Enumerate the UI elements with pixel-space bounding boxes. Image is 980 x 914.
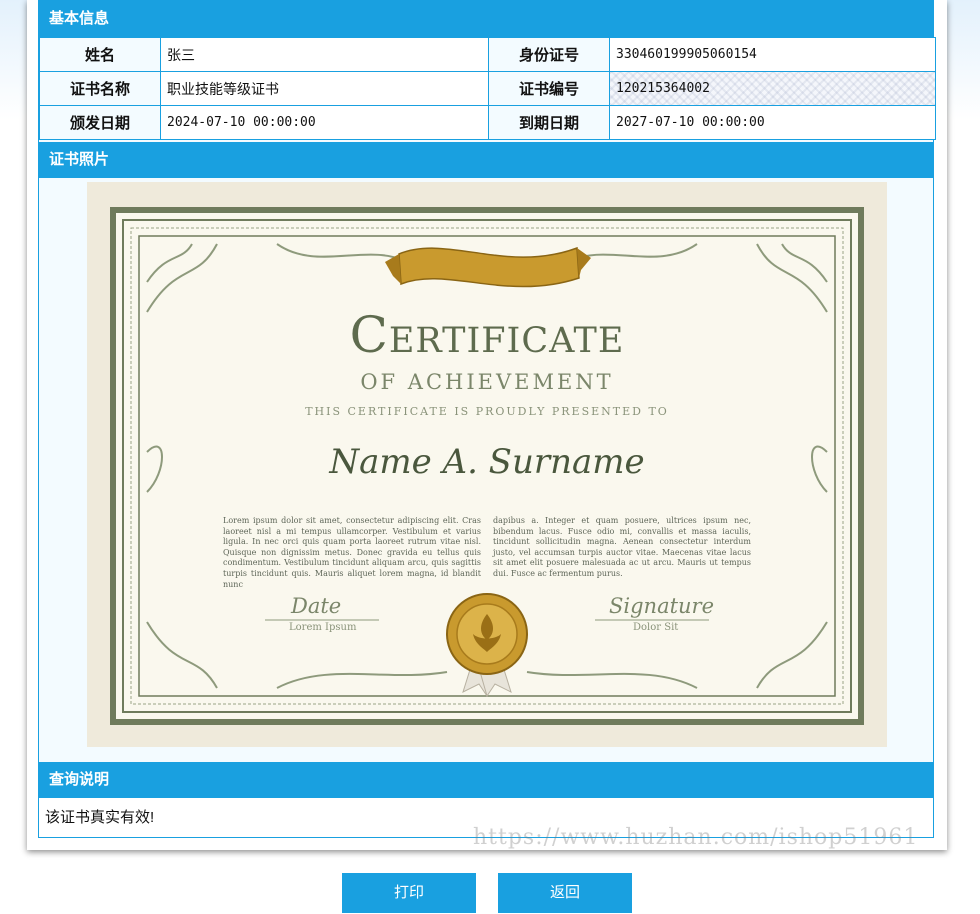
photo-header: 证书照片 — [39, 142, 933, 178]
cert-name-value: 职业技能等级证书 — [160, 71, 489, 106]
panel-inner: 基本信息 姓名 张三 身份证号 330460199905060154 证书名称 … — [38, 0, 936, 838]
id-label: 身份证号 — [488, 37, 610, 72]
expire-date-label: 到期日期 — [488, 105, 610, 140]
certificate-title: Certificate — [349, 306, 625, 364]
basic-info-header: 基本信息 — [39, 1, 933, 37]
certificate-signature-label: Signature — [609, 594, 715, 618]
certificate-presented-line: THIS CERTIFICATE IS PROUDLY PRESENTED TO — [305, 405, 669, 418]
certificate-body-right: dapibus a. Integer et quam posuere, ultr… — [493, 516, 751, 578]
cert-no-value: 120215364002 — [609, 71, 936, 106]
certificate-subtitle: OF ACHIEVEMENT — [360, 370, 614, 394]
certificate-recipient: Name A. Surname — [329, 442, 645, 482]
name-label: 姓名 — [39, 37, 161, 72]
issue-date-label: 颁发日期 — [39, 105, 161, 140]
watermark-text: https://www.huzhan.com/ishop51961 — [473, 825, 919, 850]
explain-header: 查询说明 — [39, 762, 933, 798]
name-value: 张三 — [160, 37, 489, 72]
print-button[interactable]: 打印 — [342, 873, 476, 913]
id-value: 330460199905060154 — [609, 37, 936, 72]
certificate-date-sub: Lorem Ipsum — [289, 622, 357, 633]
back-button[interactable]: 返回 — [498, 873, 632, 913]
table-row: 证书名称 职业技能等级证书 证书编号 120215364002 — [39, 71, 936, 106]
certificate-panel: 基本信息 姓名 张三 身份证号 330460199905060154 证书名称 … — [27, 0, 947, 850]
certificate-date-label: Date — [291, 594, 342, 618]
basic-info-table: 姓名 张三 身份证号 330460199905060154 证书名称 职业技能等… — [39, 37, 936, 140]
expire-date-value: 2027-07-10 00:00:00 — [609, 105, 936, 140]
cert-no-label: 证书编号 — [488, 71, 610, 106]
certificate-signature-sub: Dolor Sit — [633, 622, 679, 633]
certificate-photo: Certificate OF ACHIEVEMENT THIS CERTIFIC… — [87, 182, 887, 747]
table-row: 颁发日期 2024-07-10 00:00:00 到期日期 2027-07-10… — [39, 105, 936, 140]
issue-date-value: 2024-07-10 00:00:00 — [160, 105, 489, 140]
certificate-body-left: Lorem ipsum dolor sit amet, consectetur … — [223, 516, 481, 589]
table-row: 姓名 张三 身份证号 330460199905060154 — [39, 37, 936, 72]
cert-name-label: 证书名称 — [39, 71, 161, 106]
